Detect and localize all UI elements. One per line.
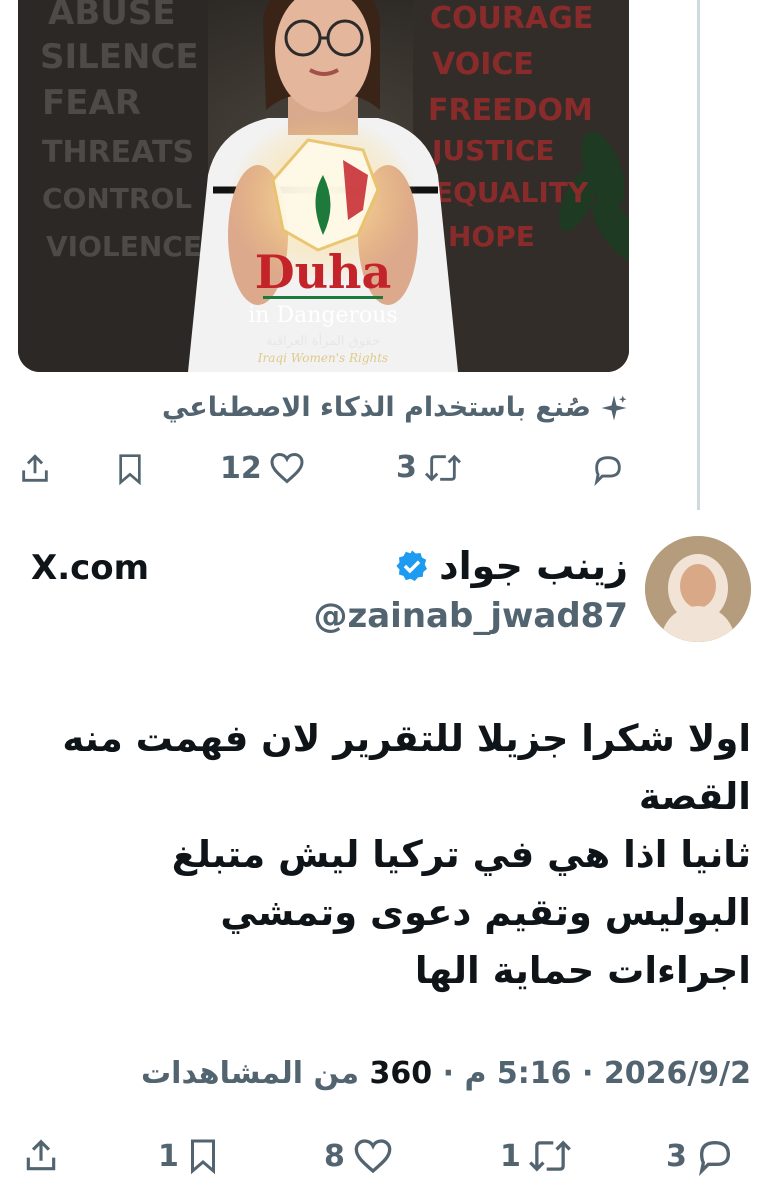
share-icon [26, 1139, 56, 1171]
wall-word-right: JUSTICE [430, 134, 555, 167]
wall-word-right: COURAGE [430, 1, 593, 36]
wall-word-right: HOPE [448, 220, 535, 253]
bookmark-button[interactable] [114, 452, 146, 486]
share-button[interactable] [18, 452, 52, 486]
bookmark-icon [190, 1139, 215, 1175]
retweet-count: 1 [500, 1138, 521, 1174]
tweet-time[interactable]: 5:16 م [464, 1056, 571, 1091]
wall-word-left: FEAR [42, 83, 141, 123]
tweet-text-line: البوليس وتقيم دعوى وتمشي [220, 891, 751, 934]
tweet-date[interactable]: 2026/9/2 [604, 1056, 751, 1091]
share-button[interactable] [22, 1136, 60, 1176]
like-count: 8 [324, 1138, 345, 1174]
tweet-text-line: اجراءات حماية الها [414, 949, 751, 992]
meta-separator: · [442, 1056, 454, 1091]
wall-word-left: VIOLENCE [46, 230, 202, 263]
bookmark-button[interactable]: 1 [158, 1136, 221, 1176]
author-name-row[interactable]: زينب جواد [395, 544, 628, 588]
reply-button[interactable]: 3 [666, 1136, 737, 1176]
avatar[interactable] [645, 536, 751, 642]
logo-english: Iraqi Women's Rights [257, 351, 388, 365]
reply-count: 3 [666, 1138, 687, 1174]
logo-title: Duha [255, 245, 392, 299]
tweet-text-line: القصة [638, 775, 751, 818]
ai-caption-text: صُنع باستخدام الذكاء الاصطناعي [161, 392, 591, 423]
reply-button[interactable] [590, 452, 626, 486]
views-label: من المشاهدات [141, 1056, 360, 1091]
wall-word-right: EQUALITY [434, 176, 589, 209]
retweet-button[interactable]: 1 [500, 1136, 573, 1176]
tweet-text: اولا شكرا جزيلا للتقرير لان فهمت منه الق… [21, 710, 751, 1000]
bookmark-count: 1 [158, 1138, 179, 1174]
reply-icon [594, 456, 621, 486]
retweet-icon [424, 454, 461, 481]
thread-connector-line [697, 0, 700, 510]
like-button[interactable]: 12 [220, 450, 306, 486]
tweet-text-line: اولا شكرا جزيلا للتقرير لان فهمت منه [62, 717, 751, 760]
heart-icon [270, 452, 304, 484]
logo-subtitle: in Dangerous [248, 303, 397, 328]
tweet-text-line: ثانيا اذا هي في تركيا ليش متبلغ [171, 833, 751, 876]
wall-word-left: CONTROL [42, 182, 192, 215]
heart-icon [354, 1139, 392, 1174]
tweet-meta: 2026/9/2 · 5:16 م · 360 من المشاهدات [141, 1056, 751, 1091]
meta-separator: · [581, 1056, 594, 1091]
retweet-button[interactable]: 3 [396, 450, 463, 485]
display-name[interactable]: زينب جواد [439, 544, 628, 588]
wall-word-right: FREEDOM [428, 93, 593, 128]
logo-arabic: حقوق المرأة العراقية [266, 332, 380, 349]
views-count: 360 [369, 1056, 433, 1091]
like-button[interactable]: 8 [324, 1136, 395, 1176]
share-icon [22, 454, 48, 482]
wall-word-right: VOICE [432, 47, 534, 82]
retweet-count: 3 [396, 450, 417, 485]
bookmark-icon [119, 454, 141, 486]
like-count: 12 [220, 450, 262, 486]
ai-generated-label: صُنع باستخدام الذكاء الاصطناعي [162, 392, 629, 423]
reply-icon [698, 1140, 730, 1176]
tweet-media-image[interactable]: ABUSE SILENCE FEAR THREATS CONTROL VIOLE… [18, 0, 629, 372]
x-brand-link[interactable]: X.com [31, 548, 149, 588]
retweet-icon [528, 1140, 571, 1172]
wall-word-left: THREATS [42, 135, 194, 170]
sparkle-icon [601, 395, 627, 420]
wall-word-left: ABUSE [48, 0, 176, 33]
verified-badge-icon [396, 550, 428, 582]
author-handle[interactable]: @zainab_jwad87 [313, 596, 628, 636]
wall-word-left: SILENCE [40, 37, 199, 77]
